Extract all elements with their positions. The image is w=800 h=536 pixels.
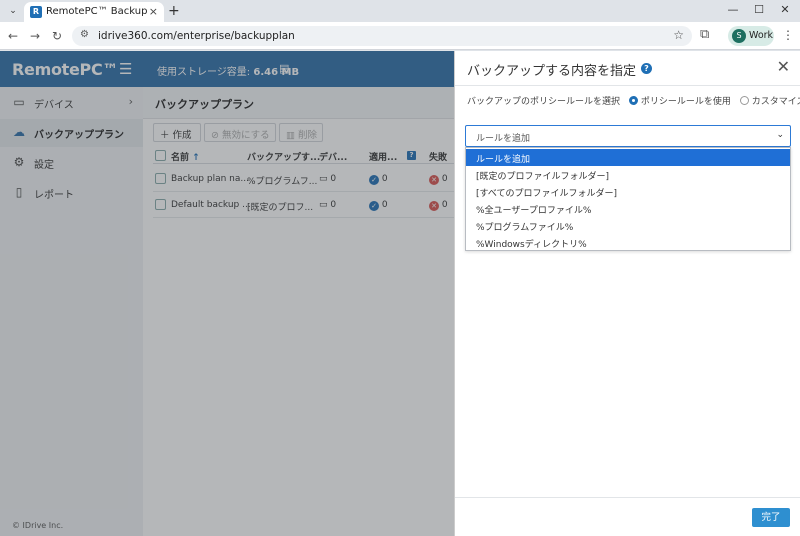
dropdown-option[interactable]: ルールを追加 (466, 149, 790, 166)
minimize-icon[interactable]: — (723, 3, 743, 16)
panel-title: バックアップする内容を指定 (467, 64, 637, 79)
rule-selector: バックアップのポリシールールを選択 ポリシールールを使用 カスタマイズ (467, 94, 800, 107)
browser-tabstrip: ⌄ R RemotePC™ Backup × + — ☐ ✕ (0, 0, 800, 22)
rule-select-value: ルールを追加 (476, 134, 531, 144)
rule-select[interactable]: ルールを追加 ⌄ (465, 125, 791, 147)
custom-radio-label[interactable]: カスタマイズ (752, 97, 800, 107)
extensions-icon[interactable]: ⧉ (700, 27, 709, 42)
tab-search-chevron-icon[interactable]: ⌄ (6, 4, 20, 18)
address-bar: ← → ↻ ⚙ idrive360.com/enterprise/backupp… (0, 22, 800, 50)
browser-tab[interactable]: R RemotePC™ Backup × (24, 2, 164, 22)
dropdown-option[interactable]: %プログラムファイル% (466, 217, 790, 234)
profile-button[interactable]: S Work (728, 26, 774, 46)
footer-divider (455, 497, 800, 498)
forward-icon[interactable]: → (27, 28, 43, 44)
browser-menu-icon[interactable]: ⋮ (782, 28, 794, 42)
close-icon[interactable]: ✕ (777, 57, 790, 76)
dropdown-option[interactable]: %Windowsディレクトリ% (466, 234, 790, 251)
back-icon[interactable]: ← (5, 28, 21, 44)
site-settings-icon[interactable]: ⚙ (80, 29, 89, 40)
chevron-down-icon: ⌄ (776, 130, 784, 140)
tab-close-icon[interactable]: × (149, 5, 158, 18)
window-close-icon[interactable]: ✕ (775, 3, 795, 16)
tab-title: RemotePC™ Backup (46, 6, 148, 17)
rule-label: バックアップのポリシールールを選択 (467, 97, 621, 107)
avatar: S (732, 29, 746, 43)
url-input[interactable]: ⚙ idrive360.com/enterprise/backupplan ☆ (72, 26, 692, 46)
dropdown-option[interactable]: %全ユーザープロファイル% (466, 200, 790, 217)
backup-content-panel: バックアップする内容を指定 ? ✕ バックアップのポリシールールを選択 ポリシー… (454, 51, 800, 536)
rule-dropdown: ルールを追加 [既定のプロファイルフォルダー] [すべてのプロファイルフォルダー… (465, 147, 791, 251)
modal-overlay[interactable] (0, 51, 454, 536)
maximize-icon[interactable]: ☐ (749, 3, 769, 16)
url-text: idrive360.com/enterprise/backupplan (98, 30, 295, 42)
policy-radio[interactable] (628, 96, 638, 105)
profile-label: Work (749, 30, 774, 41)
bookmark-star-icon[interactable]: ☆ (673, 28, 684, 42)
dropdown-option[interactable]: [すべてのプロファイルフォルダー] (466, 183, 790, 200)
policy-radio-label[interactable]: ポリシールールを使用 (641, 97, 731, 107)
favicon-icon: R (30, 6, 42, 18)
dropdown-option[interactable]: [既定のプロファイルフォルダー] (466, 166, 790, 183)
help-icon[interactable]: ? (641, 63, 652, 74)
custom-radio[interactable] (739, 96, 749, 105)
done-button[interactable]: 完了 (752, 508, 790, 527)
new-tab-icon[interactable]: + (168, 3, 180, 19)
reload-icon[interactable]: ↻ (49, 28, 65, 44)
divider (455, 85, 800, 86)
